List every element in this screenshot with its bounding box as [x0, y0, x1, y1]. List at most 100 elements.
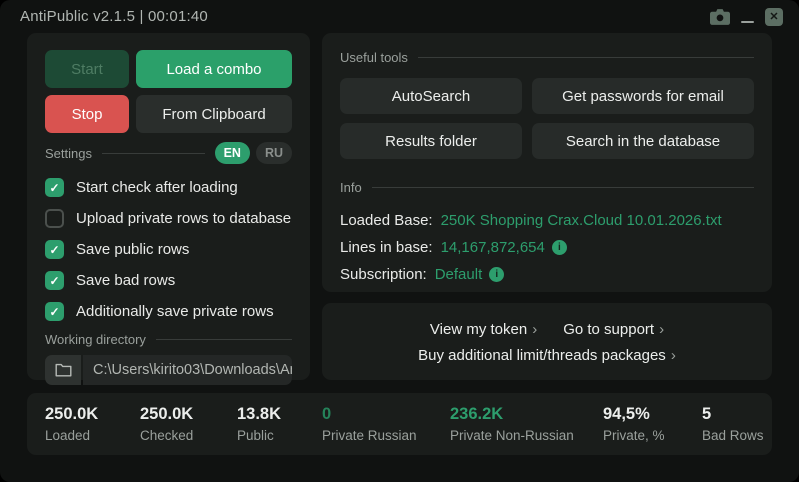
stat-value: 250.0K [45, 405, 140, 424]
lines-in-base-label: Lines in base: [340, 239, 433, 256]
checkbox-checked-icon: ✓ [45, 271, 64, 290]
info-label: Info [340, 180, 362, 195]
stat-loaded: 250.0K Loaded [45, 405, 140, 443]
close-icon: ✕ [765, 8, 783, 26]
stat-label: Private Russian [322, 428, 450, 443]
divider [102, 153, 205, 154]
screenshot-button[interactable] [710, 9, 730, 25]
loaded-base-label: Loaded Base: [340, 212, 433, 229]
working-directory-label: Working directory [45, 332, 146, 347]
language-en-button[interactable]: EN [215, 142, 250, 164]
checkbox-save-public-rows[interactable]: ✓ Save public rows [45, 239, 292, 260]
checkbox-checked-icon: ✓ [45, 302, 64, 321]
minimize-icon [741, 21, 754, 23]
info-header: Info [340, 180, 754, 195]
from-clipboard-button[interactable]: From Clipboard [136, 95, 292, 133]
lines-in-base-value: 14,167,872,654 [441, 239, 545, 256]
stat-value: 236.2K [450, 405, 603, 424]
folder-icon [55, 363, 72, 377]
checkbox-label: Save public rows [76, 241, 189, 258]
info-icon[interactable]: i [552, 240, 567, 255]
stat-private-percent: 94,5% Private, % [603, 405, 702, 443]
info-icon[interactable]: i [489, 267, 504, 282]
loaded-base-row: Loaded Base: 250K Shopping Crax.Cloud 10… [340, 207, 754, 234]
lines-in-base-row: Lines in base: 14,167,872,654 i [340, 234, 754, 261]
useful-tools-header: Useful tools [340, 50, 754, 65]
minimize-button[interactable] [741, 11, 754, 23]
stat-label: Checked [140, 428, 237, 443]
working-directory-path-field[interactable]: C:\Users\kirito03\Downloads\An... [83, 355, 292, 385]
camera-icon [710, 9, 730, 25]
checkbox-label: Start check after loading [76, 179, 238, 196]
window-title: AntiPublic v2.1.5 | 00:01:40 [20, 8, 208, 25]
settings-label: Settings [45, 146, 92, 161]
stat-value: 5 [702, 405, 764, 424]
info-rows: Loaded Base: 250K Shopping Crax.Cloud 10… [340, 207, 754, 288]
run-buttons: Start Load a combo Stop From Clipboard [45, 50, 292, 133]
go-to-support-link[interactable]: Go to support › [563, 321, 664, 338]
tool-buttons: AutoSearch Get passwords for email Resul… [340, 78, 754, 159]
links-line-1: View my token › Go to support › [340, 316, 754, 342]
stat-label: Private, % [603, 428, 702, 443]
loaded-base-value: 250K Shopping Crax.Cloud 10.01.2026.txt [441, 212, 722, 229]
tools-info-panel: Useful tools AutoSearch Get passwords fo… [322, 33, 772, 292]
stat-value: 0 [322, 405, 450, 424]
control-panel: Start Load a combo Stop From Clipboard S… [27, 33, 310, 380]
stat-value: 94,5% [603, 405, 702, 424]
divider [418, 57, 754, 58]
stat-label: Private Non-Russian [450, 428, 603, 443]
title-bar: AntiPublic v2.1.5 | 00:01:40 ✕ [0, 0, 799, 33]
autosearch-button[interactable]: AutoSearch [340, 78, 522, 114]
checkbox-label: Save bad rows [76, 272, 175, 289]
view-my-token-link[interactable]: View my token › [430, 321, 537, 338]
subscription-row: Subscription: Default i [340, 261, 754, 288]
app-window: AntiPublic v2.1.5 | 00:01:40 ✕ Start Loa… [0, 0, 799, 482]
language-toggle: EN RU [215, 142, 292, 164]
subscription-label: Subscription: [340, 266, 427, 283]
checkbox-checked-icon: ✓ [45, 178, 64, 197]
go-to-support-label: Go to support [563, 321, 654, 338]
stat-bad-rows: 5 Bad Rows [702, 405, 764, 443]
working-directory-header: Working directory [45, 332, 292, 347]
checkbox-start-check-after-loading[interactable]: ✓ Start check after loading [45, 177, 292, 198]
stat-checked: 250.0K Checked [140, 405, 237, 443]
right-column: Useful tools AutoSearch Get passwords fo… [322, 33, 772, 380]
chevron-right-icon: › [532, 321, 537, 338]
window-controls: ✕ [710, 8, 783, 26]
language-ru-button[interactable]: RU [256, 142, 292, 164]
buy-packages-link[interactable]: Buy additional limit/threads packages › [418, 347, 676, 364]
stat-private-non-russian: 236.2K Private Non-Russian [450, 405, 603, 443]
stats-bar: 250.0K Loaded 250.0K Checked 13.8K Publi… [27, 393, 772, 455]
checkbox-additionally-save-private-rows[interactable]: ✓ Additionally save private rows [45, 301, 292, 322]
checkbox-label: Upload private rows to database [76, 210, 291, 227]
stat-value: 13.8K [237, 405, 322, 424]
stop-button[interactable]: Stop [45, 95, 129, 133]
useful-tools-label: Useful tools [340, 50, 408, 65]
checkbox-upload-private-rows[interactable]: Upload private rows to database [45, 208, 292, 229]
subscription-value: Default [435, 266, 483, 283]
stat-label: Loaded [45, 428, 140, 443]
search-database-button[interactable]: Search in the database [532, 123, 754, 159]
stat-label: Public [237, 428, 322, 443]
checkbox-label: Additionally save private rows [76, 303, 274, 320]
close-button[interactable]: ✕ [765, 8, 783, 26]
results-folder-button[interactable]: Results folder [340, 123, 522, 159]
browse-folder-button[interactable] [45, 355, 81, 385]
main-content: Start Load a combo Stop From Clipboard S… [0, 33, 799, 380]
settings-header: Settings EN RU [45, 142, 292, 164]
start-button[interactable]: Start [45, 50, 129, 88]
get-passwords-button[interactable]: Get passwords for email [532, 78, 754, 114]
chevron-right-icon: › [659, 321, 664, 338]
divider [372, 187, 754, 188]
divider [156, 339, 292, 340]
links-panel: View my token › Go to support › Buy additi… [322, 303, 772, 380]
stat-label: Bad Rows [702, 428, 764, 443]
checkbox-checked-icon: ✓ [45, 240, 64, 259]
chevron-right-icon: › [671, 347, 676, 364]
checkbox-save-bad-rows[interactable]: ✓ Save bad rows [45, 270, 292, 291]
load-combo-button[interactable]: Load a combo [136, 50, 292, 88]
links-line-2: Buy additional limit/threads packages › [340, 342, 754, 368]
stat-public: 13.8K Public [237, 405, 322, 443]
view-my-token-label: View my token [430, 321, 527, 338]
buy-packages-label: Buy additional limit/threads packages [418, 347, 666, 364]
